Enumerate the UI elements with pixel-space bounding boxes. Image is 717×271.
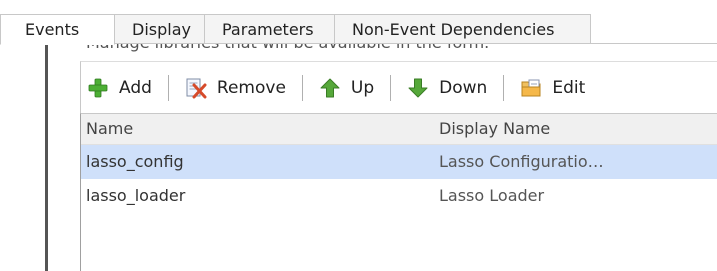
edit-button[interactable]: Edit [516,70,589,106]
libraries-toolbar: Add Remove Up Down Edit [80,61,717,113]
plus-icon [88,78,108,97]
down-button[interactable]: Down [403,70,491,106]
table-row[interactable]: lasso_config Lasso Configuratio… [81,145,717,179]
grid-header: Name Display Name [81,114,717,145]
tab-display[interactable]: Display [115,14,205,44]
column-header-name[interactable]: Name [81,114,434,144]
panel-border [45,44,48,271]
column-header-display-name[interactable]: Display Name [434,114,717,144]
tab-parameters[interactable]: Parameters [205,14,335,44]
libraries-panel: Events Display Parameters Non-Event Depe… [0,0,717,271]
remove-label: Remove [216,77,286,98]
panel-description: Manage libraries that will be available … [86,44,489,52]
table-row[interactable]: lasso_loader Lasso Loader [81,179,717,213]
up-arrow-icon [320,78,340,97]
row-name: lasso_loader [86,186,186,205]
up-label: Up [350,77,375,98]
tab-bar: Events Display Parameters Non-Event Depe… [0,14,591,45]
tab-non-event-dependencies[interactable]: Non-Event Dependencies [335,14,591,44]
libraries-grid: Name Display Name lasso_config Lasso Con… [80,113,717,271]
toolbar-separator [301,74,303,101]
description-clip: Manage libraries that will be available … [86,44,586,52]
row-display-name: Lasso Configuratio… [439,152,604,171]
add-button[interactable]: Add [83,70,156,106]
remove-icon [186,78,207,98]
down-arrow-icon [408,78,428,97]
down-label: Down [439,77,488,98]
remove-button[interactable]: Remove [181,70,290,106]
edit-icon [521,79,541,96]
toolbar-separator [167,74,169,101]
add-label: Add [119,77,152,98]
edit-label: Edit [552,77,586,98]
toolbar-separator [503,74,505,101]
row-name: lasso_config [86,152,184,171]
row-display-name: Lasso Loader [439,186,545,205]
up-button[interactable]: Up [315,70,378,106]
toolbar-separator [390,74,392,101]
tab-events[interactable]: Events [0,14,115,45]
